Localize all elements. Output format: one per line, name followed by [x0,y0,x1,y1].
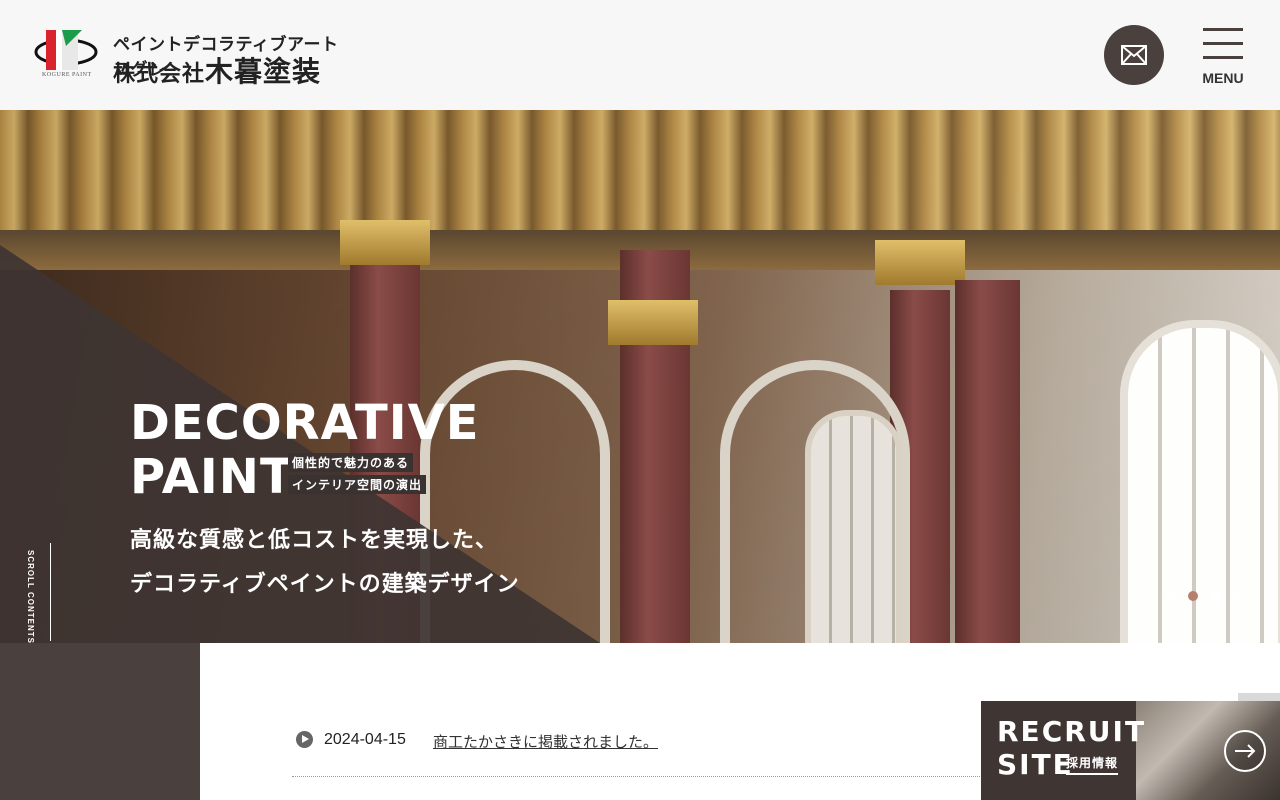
hero-title-line1: DECORATIVE [130,395,480,451]
page-top-tab[interactable] [1238,693,1280,701]
recruit-sub: 採用情報 [1066,754,1119,775]
slider-pagination [1166,591,1242,601]
scroll-line [50,543,51,641]
news-title-link[interactable]: 商工たかさきに掲載されました。 [433,731,658,752]
logo-caption: KOGURE PAINT [42,72,92,78]
menu-label: MENU [1202,70,1244,86]
slider-dot-2[interactable] [1188,591,1198,601]
company-prefix: 株式会社 [113,61,206,86]
slider-dot-1[interactable] [1166,591,1176,601]
hero-lead-1: 高級な質感と低コストを実現した、 [130,527,499,552]
hero-lead-2: デコラティブペイントの建築デザイン [130,571,520,596]
arrow-right-icon[interactable] [1224,730,1266,772]
hero-slider: DECORATIVE PAINT 個性的で魅力のある インテリア空間の演出 高級… [0,110,1280,643]
menu-button[interactable]: MENU [1200,26,1246,92]
scroll-contents-label[interactable]: SCROLL CONTENTS [26,550,35,643]
mail-icon [1121,45,1147,65]
hero-tag-2: インテリア空間の演出 [288,475,427,494]
recruit-line1: RECRUIT [997,715,1147,748]
mail-button[interactable] [1104,25,1164,85]
arrow-glyph [1235,744,1256,758]
recruit-site-banner[interactable]: RECRUIT SITE 採用情報 [981,701,1280,800]
company-main-name: 木暮塗装 [205,56,322,87]
recruit-line2: SITE [997,748,1074,781]
company-name: 株式会社木暮塗装 [113,50,321,90]
hero-overlay-triangle [0,245,600,643]
news-date: 2024-04-15 [324,731,406,748]
slider-dot-3[interactable] [1210,591,1220,601]
hero-tag-1: 個性的で魅力のある [288,453,414,472]
slider-dot-4[interactable] [1232,591,1242,601]
company-logo[interactable]: KOGURE PAINT ペイントデコラティブアート コグレ 株式会社木暮塗装 [0,0,360,110]
news-list: 2024-04-15 商工たかさきに掲載されました。 [292,724,982,777]
site-header: KOGURE PAINT ペイントデコラティブアート コグレ 株式会社木暮塗装 … [0,0,1280,110]
play-circle-icon [296,731,313,748]
left-brand-column [0,643,200,800]
